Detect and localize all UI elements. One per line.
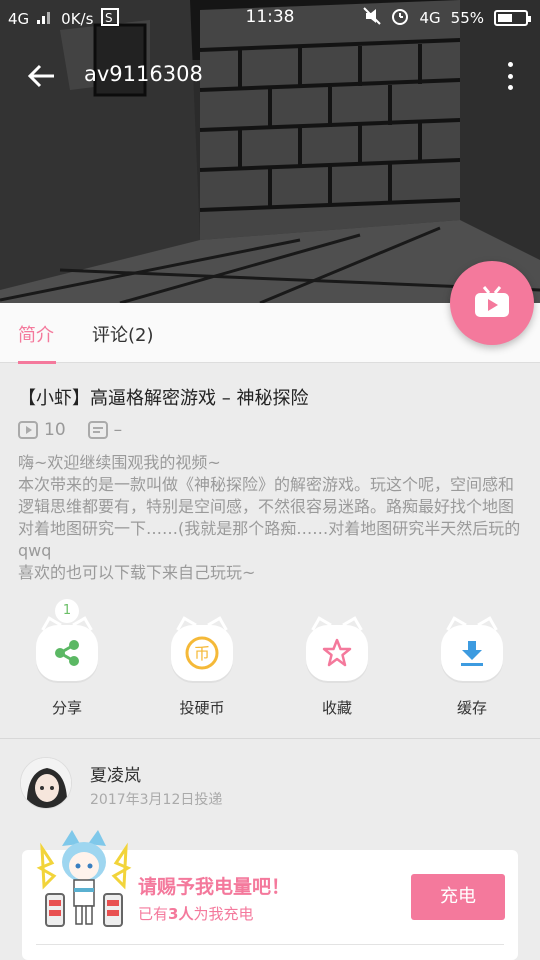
video-stats: 10 –	[18, 420, 122, 440]
share-button[interactable]: 分享	[27, 625, 107, 718]
play-button[interactable]	[450, 261, 534, 345]
charge-count: 3人	[168, 905, 194, 923]
back-arrow-icon[interactable]	[26, 60, 58, 92]
video-title: 【小虾】高逼格解密游戏 – 神秘探险	[18, 388, 309, 409]
danmaku-count: –	[113, 420, 123, 440]
share-label: 分享	[51, 699, 82, 717]
alarm-icon	[391, 7, 409, 29]
svg-text:币: 币	[194, 644, 210, 663]
cache-button[interactable]: 缓存	[432, 625, 512, 718]
battery-percent: 55%	[450, 9, 484, 27]
video-cover-image[interactable]	[0, 0, 540, 303]
favorite-button[interactable]: 收藏	[297, 625, 377, 718]
tab-intro[interactable]: 简介	[18, 321, 54, 347]
network-type-2: 4G	[419, 9, 441, 27]
mute-icon	[363, 7, 382, 29]
share-icon	[55, 640, 79, 666]
charge-subtext: 已有3人为我充电	[138, 905, 254, 923]
mascot-illustration	[32, 828, 136, 938]
download-icon	[461, 641, 483, 666]
star-icon	[322, 638, 352, 667]
danmaku-icon	[87, 421, 108, 439]
coin-icon: 币	[185, 636, 219, 670]
charge-headline: 请赐予我电量吧！	[138, 876, 291, 898]
charge-button[interactable]: 充电	[411, 874, 505, 920]
divider	[36, 944, 504, 945]
toolbar: av9116308	[0, 48, 540, 104]
video-id-title: av9116308	[84, 62, 203, 86]
status-bar: 4G 0K/s S 11:38 4G 55%	[0, 0, 540, 36]
video-info: 【小虾】高逼格解密游戏 – 神秘探险 10 – 嗨~欢迎继续围观我的视频~ 本次…	[0, 364, 540, 738]
play-count-icon	[18, 421, 38, 439]
upload-date: 2017年3月12日投递	[90, 792, 223, 808]
uploader-avatar[interactable]	[20, 757, 72, 809]
more-options-icon[interactable]	[504, 62, 516, 90]
coin-label: 投硬币	[179, 699, 225, 717]
cache-label: 缓存	[456, 699, 487, 717]
play-count: 10	[44, 420, 66, 440]
action-row: 分享 币 投硬币 收藏 缓存	[0, 590, 540, 730]
video-description: 嗨~欢迎继续围观我的视频~ 本次带来的是一款叫做《神秘探险》的解密游戏。玩这个呢…	[18, 453, 521, 582]
tab-comments[interactable]: 评论(2)	[92, 321, 154, 347]
tv-play-icon	[475, 286, 509, 317]
uploader-section[interactable]: 夏凌岚 2017年3月12日投递	[0, 738, 540, 838]
cover-illustration	[0, 0, 540, 303]
battery-icon	[494, 10, 531, 26]
uploader-name[interactable]: 夏凌岚	[90, 761, 141, 786]
coin-button[interactable]: 币 投硬币	[162, 625, 242, 718]
favorite-label: 收藏	[321, 699, 352, 717]
charge-card: 请赐予我电量吧！ 已有3人为我充电 充电	[22, 830, 518, 960]
